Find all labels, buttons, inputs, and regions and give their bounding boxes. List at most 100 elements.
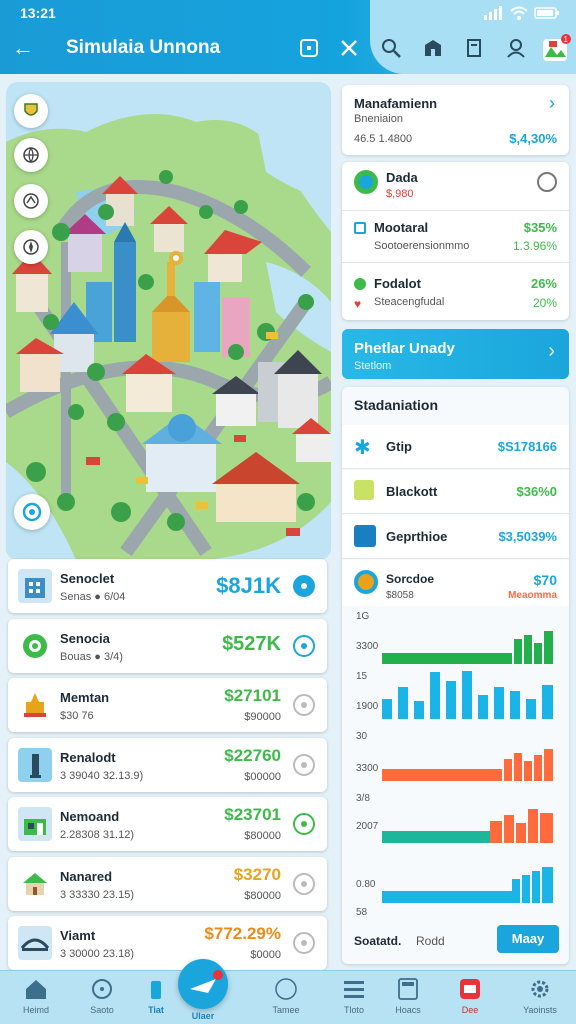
list-item-location-button[interactable] xyxy=(293,635,315,657)
teal-orange-bar-series xyxy=(382,809,553,843)
property-thumbnail xyxy=(18,629,52,663)
store-icon xyxy=(425,40,441,56)
list-item-value-sub: $0000 xyxy=(250,949,281,961)
list-item-value: $23701 xyxy=(224,805,281,824)
city-map[interactable] xyxy=(6,82,331,560)
list-icon xyxy=(344,981,364,998)
home-icon xyxy=(26,980,46,999)
back-button[interactable]: ← xyxy=(10,34,36,62)
management-title: Manafamienn xyxy=(354,96,438,111)
list-item[interactable]: Viamt 3 30000 23.18) $772.29% $0000 xyxy=(8,916,327,970)
chart-icon xyxy=(354,525,376,547)
pin-icon xyxy=(301,702,307,708)
list-item-location-button[interactable] xyxy=(293,873,315,895)
close-icon xyxy=(341,40,357,56)
list-item[interactable]: Nemoand 2.28308 31.12) $23701 $80000 xyxy=(8,797,327,851)
bag-icon xyxy=(354,480,374,500)
list-item-location-button[interactable] xyxy=(293,754,315,776)
stat-row-value: $S178166 xyxy=(497,439,557,454)
list-item[interactable]: Nanared 3 33330 23.15) $3270 $80000 xyxy=(8,857,327,911)
wifi-icon xyxy=(510,6,528,20)
search-button[interactable] xyxy=(378,35,404,61)
finance-row-title: Fodalot xyxy=(374,276,421,291)
nav-item-saoto[interactable]: Saoto xyxy=(72,977,132,1023)
stat-row[interactable]: Geprthioe $3,5039% xyxy=(342,515,569,559)
avatar[interactable]: 1 xyxy=(541,33,571,63)
stat-row-value-secondary: Meaomma xyxy=(508,590,557,601)
square-button[interactable] xyxy=(296,35,322,61)
tower-icon xyxy=(30,754,41,778)
nav-item-dee[interactable]: Dee xyxy=(440,977,500,1023)
pin-icon xyxy=(301,821,307,827)
list-item-title: Senoclet xyxy=(60,571,115,586)
card-icon xyxy=(460,979,480,999)
list-item-title: Nanared xyxy=(60,869,113,884)
orange-bar-series xyxy=(382,749,553,781)
map-route-button[interactable] xyxy=(14,184,48,218)
banner-subtitle: Stetlom xyxy=(354,360,392,372)
nav-label: Tamee xyxy=(272,1005,300,1015)
map-recenter-button[interactable] xyxy=(14,494,50,530)
dial-icon xyxy=(354,570,378,594)
list-item-subtitle: $30 76 xyxy=(60,710,94,722)
banner-title: Phetlar Unady xyxy=(354,340,455,357)
nav-item-home[interactable]: Heimd xyxy=(6,977,66,1023)
property-thumbnail xyxy=(18,688,52,722)
stat-row[interactable]: ✱ Gtip $S178166 xyxy=(342,425,569,469)
finance-title: Dada xyxy=(386,170,418,185)
nav-item-tiat[interactable]: Tiat xyxy=(126,977,186,1023)
list-item[interactable]: Memtan $30 76 $27101 $90000 xyxy=(8,678,327,732)
management-card[interactable]: Manafamienn Bneniaion 46.5 1.4800 $,4,30… xyxy=(342,85,569,155)
svg-text:1: 1 xyxy=(564,35,569,44)
nav-item-settings[interactable]: Yaoinsts xyxy=(510,977,570,1023)
list-item[interactable]: Senocia Bouas ● 3/4) $527K xyxy=(8,619,327,673)
list-item-location-button[interactable] xyxy=(293,813,315,835)
stat-row[interactable]: Blackott $36%0 xyxy=(342,470,569,514)
profile-button[interactable] xyxy=(503,35,529,61)
property-thumbnail xyxy=(18,748,52,782)
list-item-location-button[interactable] xyxy=(293,932,315,954)
battery-icon xyxy=(534,7,559,19)
nav-item-tloto[interactable]: Tloto xyxy=(324,977,384,1023)
promo-banner[interactable]: Phetlar Unady Stetlom › xyxy=(342,329,569,379)
list-item[interactable]: Renalodt 3 39040 32.13.9) $22760 $00000 xyxy=(8,738,327,792)
nav-item-center[interactable]: Ulaer xyxy=(178,959,228,1021)
store-button[interactable] xyxy=(420,35,446,61)
footer-left-label: Soatatd. xyxy=(354,934,402,948)
nav-item-tamee[interactable]: Tamee xyxy=(256,977,316,1023)
stat-row-subtitle: $8058 xyxy=(386,590,414,601)
nav-item-hoacs[interactable]: Hoacs xyxy=(378,977,438,1023)
map-button[interactable]: Maay xyxy=(497,925,559,953)
bottom-navigation: Heimd Saoto Tiat Ulaer Tamee Tloto Hoacs… xyxy=(0,959,576,1024)
list-item[interactable]: Senoclet Senas ● 6/04 $8J1K xyxy=(8,559,327,613)
search-icon xyxy=(382,39,401,58)
statistics-title: Stadaniation xyxy=(354,397,439,413)
pin-icon xyxy=(301,940,307,946)
building-icon xyxy=(25,578,45,598)
management-value: $,4,30% xyxy=(509,131,557,146)
map-layer-button[interactable] xyxy=(14,94,48,128)
statistics-panel: Stadaniation ✱ Gtip $S178166 Blackott $3… xyxy=(342,387,569,964)
pin-icon xyxy=(301,643,307,649)
signal-icon xyxy=(484,6,502,20)
list-item-location-button[interactable] xyxy=(293,575,315,597)
stat-bars xyxy=(382,631,553,903)
stat-row-title: Gtip xyxy=(386,439,412,454)
close-button[interactable] xyxy=(336,35,362,61)
finance-row-value: $35% xyxy=(523,220,557,235)
footer-mid-label[interactable]: Rodd xyxy=(416,934,445,948)
stat-row-value: $3,5039% xyxy=(498,529,557,544)
coin-icon xyxy=(354,170,378,194)
list-item-location-button[interactable] xyxy=(293,694,315,716)
stat-row-title: Blackott xyxy=(386,484,438,499)
clock-icon[interactable] xyxy=(537,172,557,192)
property-thumbnail xyxy=(18,867,52,901)
list-item-subtitle: Senas ● 6/04 xyxy=(60,591,126,603)
temple-icon xyxy=(24,693,46,717)
map-view-button[interactable] xyxy=(14,138,48,172)
finance-row-title: Mootaral xyxy=(374,220,429,235)
tag-button[interactable] xyxy=(461,35,487,61)
list-item-title: Viamt xyxy=(60,928,96,943)
stat-row[interactable]: Sorcdoe $8058 $70 Meaomma xyxy=(342,560,569,606)
map-compass-button[interactable] xyxy=(14,230,48,264)
